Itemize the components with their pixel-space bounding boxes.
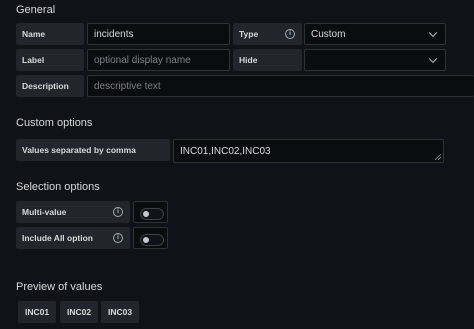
name-input[interactable] [87,23,230,45]
preview-value-chip: INC03 [101,301,139,323]
preview-section-title: Preview of values [16,281,103,293]
toggle-knob [143,237,149,243]
include-all-switch-container [133,227,168,249]
type-select[interactable]: Custom [304,23,446,45]
preview-value-chip: INC01 [18,301,56,323]
description-label: Description [16,75,84,97]
info-circle-icon[interactable]: i [113,207,123,217]
hide-select[interactable] [304,49,446,71]
info-circle-icon[interactable]: i [113,233,123,243]
chevron-down-icon [428,28,438,38]
multi-value-label: Multi-value i [16,201,130,223]
values-textarea-text: INC01,INC02,INC03 [180,145,271,157]
selection-options-section-title: Selection options [16,181,100,193]
multi-value-toggle[interactable] [140,208,164,220]
info-circle-icon[interactable]: i [285,29,295,39]
chevron-down-icon [428,54,438,64]
values-label: Values separated by comma [16,139,170,161]
name-label: Name [16,23,84,45]
label-input[interactable] [87,49,230,71]
custom-options-section-title: Custom options [16,117,93,129]
hide-label: Hide [233,49,302,71]
include-all-label: Include All option i [16,227,130,249]
include-all-toggle[interactable] [140,234,164,246]
label-label: Label [16,49,84,71]
type-label: Type i [233,23,302,45]
resize-handle-icon[interactable] [435,154,441,160]
description-input[interactable] [87,75,474,97]
preview-value-chip: INC02 [60,301,98,323]
type-select-value: Custom [311,28,346,40]
values-textarea[interactable]: INC01,INC02,INC03 [173,139,444,163]
general-section-title: General [16,4,56,16]
toggle-knob [143,211,149,217]
multi-value-switch-container [133,201,168,223]
